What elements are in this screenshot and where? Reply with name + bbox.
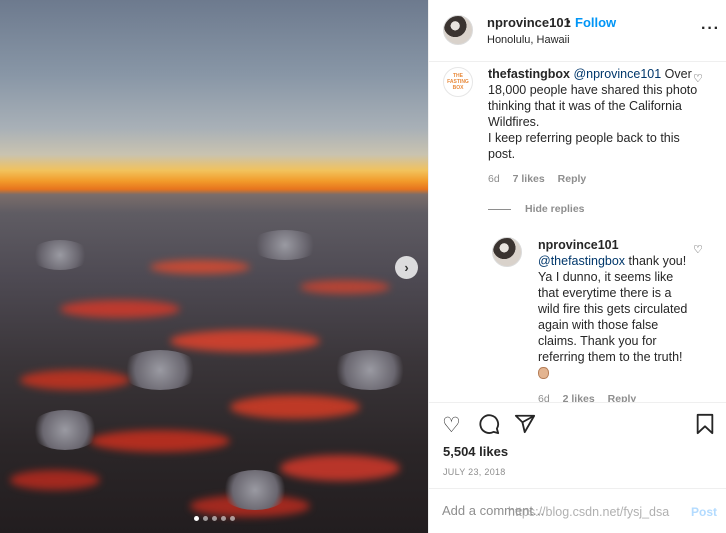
bookmark-icon[interactable] (695, 413, 715, 441)
comment-reply-button[interactable]: Reply (558, 173, 587, 185)
comment-text: Over 18,000 people have shared this phot… (488, 67, 698, 161)
commenter-avatar[interactable]: THE FASTING BOX (443, 67, 473, 97)
author-username[interactable]: nprovince101 (487, 15, 571, 30)
carousel-dot (211, 516, 217, 521)
reply-likes[interactable]: 2 likes (563, 393, 595, 402)
carousel-dot (202, 516, 208, 521)
location-link[interactable]: Honolulu, Hawaii (487, 34, 570, 46)
comment-like-icon[interactable]: ♡ (693, 72, 703, 85)
hide-replies-button[interactable]: Hide replies (525, 203, 585, 215)
avatar-logo-text: THE FASTING BOX (447, 73, 469, 91)
carousel-dot (193, 516, 199, 521)
separator-dot: • (566, 14, 571, 29)
share-icon[interactable] (514, 413, 536, 441)
next-photo-button[interactable]: › (395, 256, 418, 279)
comment-time: 6d (488, 173, 500, 185)
comments-list[interactable]: THE FASTING BOX thefastingbox @nprovince… (429, 62, 726, 402)
comment-meta: 6d 7 likes Reply (488, 173, 596, 185)
divider (488, 209, 511, 210)
follow-button[interactable]: Follow (575, 15, 616, 30)
carousel-dot (229, 516, 235, 521)
comment-mention[interactable]: @nprovince101 (573, 67, 661, 81)
reply-meta: 6d 2 likes Reply (538, 393, 646, 402)
post-header: nprovince101 • Follow Honolulu, Hawaii ·… (429, 0, 726, 62)
post-date: JULY 23, 2018 (443, 467, 506, 477)
reply-body: nprovince101 @thefastingbox thank you! Y… (538, 237, 688, 381)
chevron-right-icon: › (404, 260, 409, 275)
watermark: https://blog.csdn.net/fysj_dsa (508, 505, 670, 519)
reply-like-icon[interactable]: ♡ (693, 243, 703, 256)
carousel-indicator (0, 516, 428, 521)
carousel-dot (220, 516, 226, 521)
comment-username[interactable]: thefastingbox (488, 67, 570, 81)
emoji-icon (538, 367, 549, 379)
reply-text: thank you! Ya I dunno, it seems like tha… (538, 254, 688, 364)
avatar[interactable] (492, 237, 522, 267)
comment-icon[interactable] (478, 413, 500, 441)
post-sidebar: nprovince101 • Follow Honolulu, Hawaii ·… (428, 0, 726, 533)
comment-body: thefastingbox @nprovince101 Over 18,000 … (488, 66, 698, 162)
likes-count[interactable]: 5,504 likes (443, 444, 508, 459)
reply-time: 6d (538, 393, 550, 402)
post-photo[interactable]: › (0, 0, 428, 533)
heart-icon[interactable]: ♡ (442, 413, 461, 438)
reply-mention[interactable]: @thefastingbox (538, 254, 625, 268)
post-comment-button[interactable]: Post (691, 505, 717, 519)
more-options-icon[interactable]: ··· (701, 20, 720, 38)
reply-reply-button[interactable]: Reply (608, 393, 637, 402)
reply-username[interactable]: nprovince101 (538, 238, 619, 252)
avatar[interactable] (443, 15, 473, 45)
comment-likes[interactable]: 7 likes (513, 173, 545, 185)
